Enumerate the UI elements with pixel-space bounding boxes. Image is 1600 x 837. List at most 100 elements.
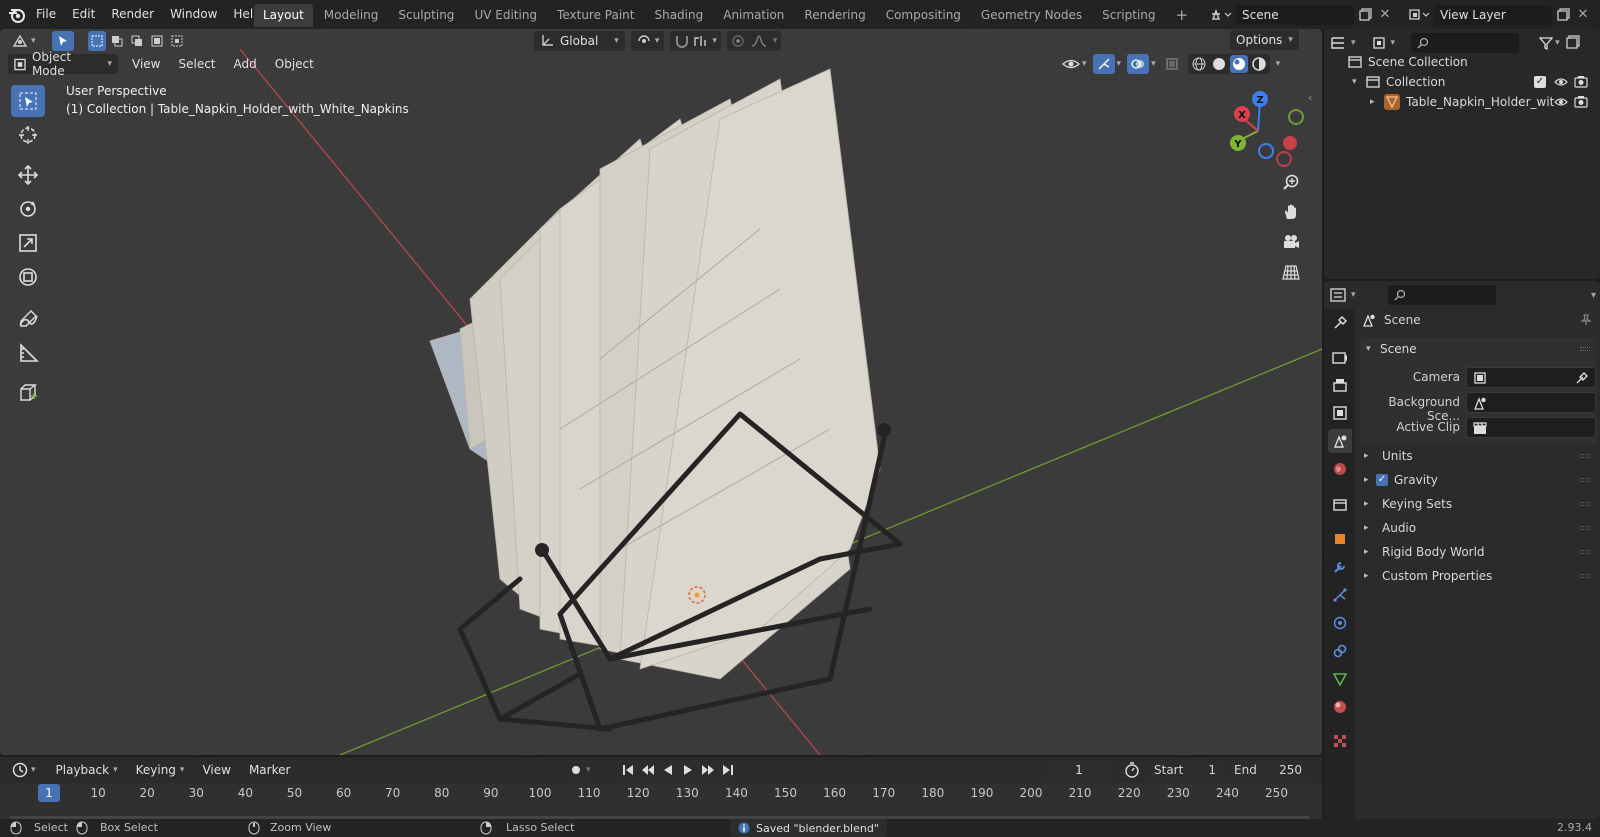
gravity-panel-header[interactable]: ▸ ✓ Gravity (1360, 469, 1596, 491)
stopwatch-icon[interactable] (1124, 762, 1140, 781)
jump-start-icon[interactable] (618, 760, 638, 780)
tab-view-layer[interactable] (1328, 401, 1352, 425)
menu-file[interactable]: File (28, 0, 64, 29)
scene-panel-header[interactable]: ▾ Scene (1360, 338, 1596, 360)
scene-icon[interactable] (1206, 4, 1236, 25)
new-scene-icon[interactable] (1354, 4, 1376, 25)
navigation-gizmo[interactable]: Z Y X (1214, 87, 1304, 177)
menu-view[interactable]: View (124, 54, 168, 74)
units-panel-header[interactable]: ▸ Units (1360, 445, 1596, 467)
panel-drag-handle[interactable] (1580, 526, 1590, 530)
select-new-icon[interactable] (88, 31, 106, 51)
menu-add[interactable]: Add (226, 54, 265, 74)
camera-field[interactable] (1466, 367, 1596, 388)
filter-dropdown[interactable]: ▾ (1539, 36, 1560, 50)
sidebar-toggle-chevron-icon[interactable]: ‹ (1308, 91, 1312, 104)
panel-drag-handle[interactable] (1580, 478, 1590, 482)
proportional-edit-toggle[interactable]: ▾ (726, 31, 782, 51)
play-icon[interactable] (678, 760, 698, 780)
auto-keying-toggle[interactable]: ▾ (566, 760, 595, 780)
add-cube-tool[interactable] (11, 377, 45, 409)
add-workspace-button[interactable]: + (1167, 4, 1198, 27)
custom-properties-panel-header[interactable]: ▸ Custom Properties (1360, 565, 1596, 587)
keying-sets-panel-header[interactable]: ▸ Keying Sets (1360, 493, 1596, 515)
tab-particles[interactable] (1328, 583, 1352, 607)
timeline-view-menu[interactable]: View (194, 760, 238, 780)
panel-drag-handle[interactable] (1580, 550, 1590, 554)
tab-texture-paint[interactable]: Texture Paint (548, 4, 643, 27)
solid-shading-icon[interactable] (1210, 55, 1228, 73)
select-box-tool[interactable] (11, 85, 45, 117)
zoom-view-button[interactable] (1278, 169, 1304, 195)
gravity-checkbox[interactable]: ✓ (1376, 474, 1388, 486)
eye-icon[interactable] (1554, 96, 1568, 108)
tab-modifiers[interactable] (1328, 555, 1352, 579)
keying-menu[interactable]: Keying ▾ (128, 760, 193, 780)
tab-scripting[interactable]: Scripting (1093, 4, 1164, 27)
panel-drag-handle[interactable] (1580, 347, 1590, 351)
xray-toggle[interactable] (1162, 54, 1182, 74)
transform-tool[interactable] (11, 261, 45, 293)
select-subtract-icon[interactable] (128, 31, 146, 51)
rigid-body-world-panel-header[interactable]: ▸ Rigid Body World (1360, 541, 1596, 563)
pin-icon[interactable] (1580, 314, 1592, 326)
background-scene-field[interactable] (1466, 392, 1596, 413)
start-frame-field[interactable]: Start 1 (1146, 760, 1224, 780)
scene-name-field[interactable]: Scene (1236, 4, 1354, 25)
toggle-perspective-button[interactable] (1278, 259, 1304, 285)
collapse-chevron-icon[interactable]: ▾ (1352, 72, 1357, 92)
tab-physics[interactable] (1328, 611, 1352, 635)
wireframe-shading-icon[interactable] (1190, 55, 1208, 73)
tab-tool[interactable] (1328, 311, 1352, 335)
menu-edit[interactable]: Edit (64, 0, 103, 29)
snap-toggle[interactable]: ▾ (670, 31, 721, 51)
expand-chevron-icon[interactable]: ▸ (1370, 92, 1375, 112)
panel-drag-handle[interactable] (1580, 502, 1590, 506)
marker-menu[interactable]: Marker (241, 760, 298, 780)
render-camera-icon[interactable] (1574, 95, 1588, 108)
jump-keyframe-back-icon[interactable] (638, 760, 658, 780)
end-frame-field[interactable]: End 250 (1226, 760, 1310, 780)
tab-animation[interactable]: Animation (714, 4, 793, 27)
blender-logo-icon[interactable] (8, 6, 26, 24)
panel-drag-handle[interactable] (1580, 574, 1590, 578)
select-extend-icon[interactable] (108, 31, 126, 51)
measure-tool[interactable] (11, 337, 45, 369)
tab-render[interactable] (1328, 345, 1352, 369)
timeline-editor-type-button[interactable]: ▾ (8, 762, 40, 778)
play-reverse-icon[interactable] (658, 760, 678, 780)
outliner-row-scene-collection[interactable]: Scene Collection (1324, 52, 1600, 72)
render-camera-icon[interactable] (1574, 75, 1588, 88)
tab-material[interactable] (1328, 695, 1352, 719)
panel-drag-handle[interactable] (1580, 454, 1590, 458)
tab-output[interactable] (1328, 373, 1352, 397)
display-mode-dropdown[interactable]: ▾ (1372, 36, 1395, 50)
tab-shading[interactable]: Shading (645, 4, 712, 27)
playback-menu[interactable]: Playback ▾ (48, 760, 126, 780)
current-frame-field[interactable]: 1 (1042, 760, 1116, 780)
tab-collection[interactable] (1328, 493, 1352, 517)
tab-geometry-nodes[interactable]: Geometry Nodes (972, 4, 1091, 27)
active-clip-field[interactable] (1466, 417, 1596, 438)
delete-scene-icon[interactable]: ✕ (1376, 4, 1394, 25)
tab-scene[interactable] (1328, 429, 1352, 453)
menu-select[interactable]: Select (170, 54, 223, 74)
audio-panel-header[interactable]: ▸ Audio (1360, 517, 1596, 539)
pan-view-button[interactable] (1278, 199, 1304, 225)
select-intersect-icon[interactable] (168, 31, 186, 51)
view-layer-icon[interactable] (1404, 4, 1434, 25)
overlays-toggle[interactable]: ▾ (1127, 54, 1156, 74)
gizmo-toggle[interactable]: ▾ (1092, 54, 1121, 74)
properties-editor-type-button[interactable]: ▾ (1330, 288, 1356, 302)
tab-data[interactable] (1328, 667, 1352, 691)
rendered-shading-icon[interactable] (1250, 55, 1268, 73)
menu-render[interactable]: Render (103, 0, 162, 29)
3d-viewport[interactable]: ▾ Global ▾ ▾ ▾ ▾ Options ▾ Object Mode ▾… (0, 29, 1322, 755)
collection-checkbox[interactable]: ✓ (1534, 76, 1546, 88)
tab-sculpting[interactable]: Sculpting (389, 4, 463, 27)
tab-compositing[interactable]: Compositing (877, 4, 970, 27)
outliner-search-input[interactable] (1411, 33, 1520, 53)
tab-modeling[interactable]: Modeling (315, 4, 388, 27)
delete-view-layer-icon[interactable]: ✕ (1574, 4, 1592, 25)
camera-view-button[interactable] (1278, 229, 1304, 255)
